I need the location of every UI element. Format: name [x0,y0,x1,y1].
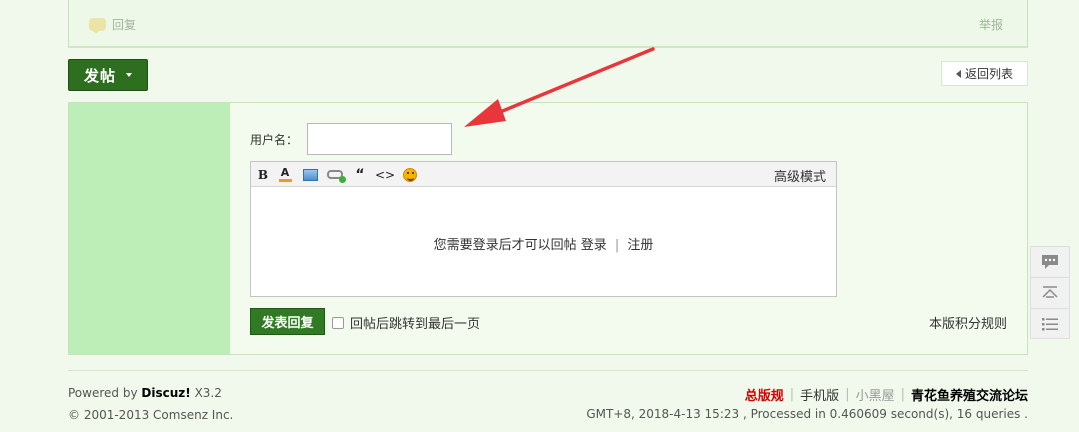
footer-divider [68,370,1028,371]
footer-separator: | [845,387,850,402]
discuz-link[interactable]: Discuz! [141,386,190,400]
reply-editor: B A “ <> 高级模式 您需要登录后才可以回帖 登录 | 注册 [250,161,837,297]
comment-icon [1042,254,1058,269]
editor-toolbar: B A “ <> 高级模式 [251,162,836,187]
link-shape [327,170,346,183]
footer-stats: GMT+8, 2018-4-13 15:23 , Processed in 0.… [586,407,1028,421]
reply-avatar-column [69,103,230,354]
footer-links: 总版规 | 手机版 | 小黑屋 | 青花鱼养殖交流论坛 [745,385,1028,404]
register-link[interactable]: 注册 [627,238,653,253]
footer-link-mobile[interactable]: 手机版 [800,385,839,404]
back-to-list-label: 返回列表 [964,67,1013,81]
back-to-list-button[interactable]: 返回列表 [941,61,1028,86]
font-color-glyph: A [280,165,290,179]
thread-list-button[interactable] [1030,308,1070,339]
reply-bubble-icon [89,18,106,34]
caret-down-icon [126,73,132,77]
image-icon[interactable] [302,167,318,182]
jump-checkbox[interactable] [332,316,344,329]
reply-link[interactable]: 回复 [89,16,137,34]
annotation-arrow-icon [464,47,655,127]
powered-by: Powered by Discuz! X3.2 [68,386,222,400]
quote-icon[interactable]: “ [352,167,368,183]
new-post-button[interactable]: 发帖 [68,59,148,91]
footer-link-forum[interactable]: 青花鱼养殖交流论坛 [911,385,1028,404]
back-to-top-button[interactable] [1030,277,1070,308]
report-link[interactable]: 举报 [979,16,1003,33]
floating-toolbar [1030,246,1070,339]
font-color-icon[interactable]: A [277,167,293,182]
list-icon [1042,317,1058,330]
login-link[interactable]: 登录 [581,238,607,253]
submit-reply-button[interactable]: 发表回复 [250,308,325,335]
footer-link-rules[interactable]: 总版规 [745,385,784,404]
username-label: 用户名： [250,133,299,147]
post-actions-bar: 回复 举报 [68,0,1028,48]
new-post-label: 发帖 [83,66,116,85]
smiley-icon[interactable] [402,167,418,182]
image-picture [302,168,318,181]
triangle-left-icon [955,69,961,78]
link-icon[interactable] [327,167,346,183]
footer-separator: | [789,387,795,402]
footer-link-black-room[interactable]: 小黑屋 [856,385,895,404]
credit-rules-link[interactable]: 本版积分规则 [929,313,1007,332]
smiley-face [403,167,417,182]
jump-to-last-page-option[interactable]: 回帖后跳转到最后一页 [332,313,480,332]
reply-label: 回复 [112,18,137,32]
powered-prefix: Powered by [68,386,138,400]
bold-icon[interactable]: B [255,167,271,182]
login-prompt-text: 您需要登录后才可以回帖 [433,238,577,253]
copyright-text: © 2001-2013 Comsenz Inc. [68,408,234,422]
username-input[interactable] [307,123,452,155]
code-icon[interactable]: <> [375,167,395,182]
jump-checkbox-label: 回帖后跳转到最后一页 [350,317,481,332]
link-separator: | [614,238,620,253]
font-color-bar [278,178,292,182]
login-prompt: 您需要登录后才可以回帖 登录 | 注册 [251,234,836,253]
advanced-mode-link[interactable]: 高级模式 [774,166,826,185]
footer-separator: | [900,387,905,402]
back-to-top-icon [1042,286,1058,298]
version-label: X3.2 [194,386,222,400]
quick-reply-panel: 用户名： B A “ <> 高级模式 您需要登录后才可以回帖 登录 | 注册 发… [68,102,1028,355]
quick-comment-button[interactable] [1030,246,1070,277]
